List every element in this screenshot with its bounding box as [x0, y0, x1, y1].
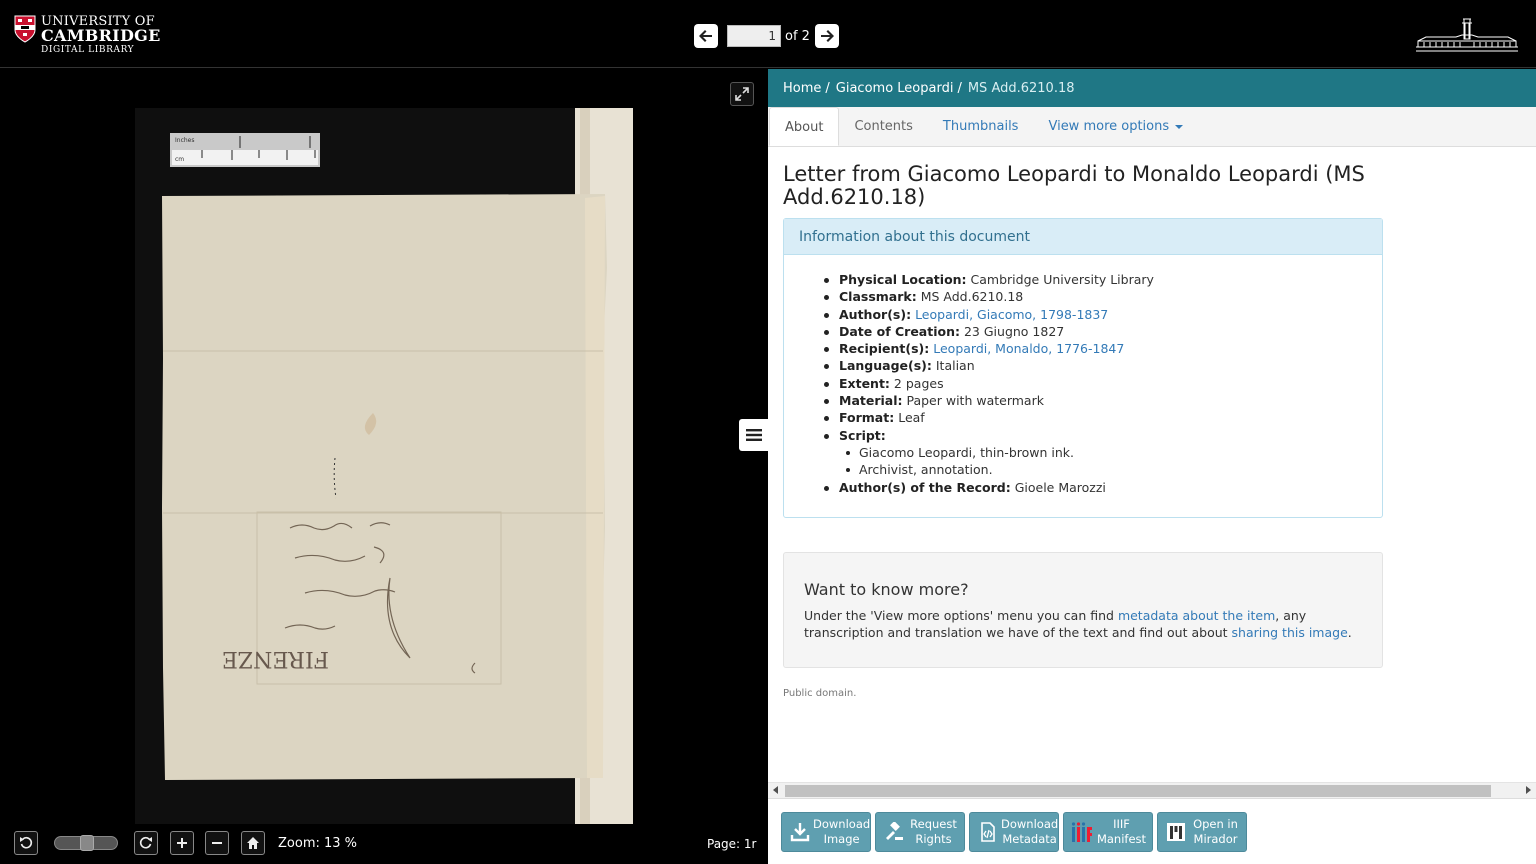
library-building-icon[interactable]	[1414, 17, 1520, 53]
page-navigator: 1 of 2	[694, 24, 839, 48]
iiif-manifest-button[interactable]: IIIF Manifest	[1063, 812, 1153, 852]
zoom-level-label: Zoom: 13 %	[278, 836, 358, 851]
svg-text:FIRENZE: FIRENZE	[222, 646, 329, 671]
download-metadata-button[interactable]: Download Metadata	[969, 812, 1059, 852]
viewer-controls: Zoom: 13 % Page: 1r	[0, 829, 768, 864]
breadcrumb-current: MS Add.6210.18	[967, 80, 1075, 96]
list-item: Author(s) of the Record: Gioele Marozzi	[824, 479, 1154, 496]
expand-icon	[735, 87, 749, 101]
ruler-inches-label: Inches	[175, 137, 195, 144]
list-item: Material: Paper with watermark	[824, 392, 1154, 409]
iiif-logo-icon	[1071, 821, 1093, 843]
arrow-right-icon	[820, 30, 834, 42]
arrow-left-icon	[699, 30, 712, 42]
request-rights-button[interactable]: Request Rights	[875, 812, 965, 852]
tab-about[interactable]: About	[769, 107, 840, 146]
list-item: Format: Leaf	[824, 409, 1154, 426]
download-image-button[interactable]: Download Image	[781, 812, 871, 852]
list-item: Classmark: MS Add.6210.18	[824, 288, 1154, 305]
tab-contents[interactable]: Contents	[839, 107, 927, 146]
code-file-icon	[977, 821, 999, 843]
action-bar: Download Image Request Rights Download Meta…	[768, 798, 1536, 864]
zoom-out-button[interactable]	[205, 831, 229, 855]
logo-line-3: DIGITAL LIBRARY	[41, 45, 135, 55]
letter-scan: Inches cm FIRENZE	[135, 108, 633, 824]
want-to-know-more-panel: Want to know more? Under the 'View more …	[783, 552, 1383, 668]
current-page-label: Page: 1r	[707, 837, 757, 851]
image-viewer[interactable]: Inches cm FIRENZE Zoom: 13 % Page: 1r	[0, 69, 769, 864]
zoom-slider[interactable]	[54, 835, 118, 851]
list-item: Date of Creation: 23 Giugno 1827	[824, 323, 1154, 340]
ruler-cm-label: cm	[175, 156, 184, 163]
scroll-left-icon[interactable]	[773, 786, 778, 794]
horizontal-scrollbar[interactable]	[768, 782, 1536, 798]
plus-icon	[177, 838, 187, 848]
open-in-mirador-button[interactable]: Open in Mirador	[1157, 812, 1247, 852]
rotate-right-icon	[139, 836, 152, 849]
list-item: Recipient(s): Leopardi, Monaldo, 1776-18…	[824, 340, 1154, 357]
toggle-panel-button[interactable]	[739, 419, 769, 451]
breadcrumb: Home / Giacomo Leopardi / MS Add.6210.18	[768, 69, 1536, 107]
author-link[interactable]: Leopardi, Giacomo, 1798-1837	[915, 307, 1108, 322]
recipient-link[interactable]: Leopardi, Monaldo, 1776-1847	[933, 341, 1124, 356]
previous-page-button[interactable]	[694, 24, 718, 48]
page-count-label: of 2	[785, 28, 810, 44]
hamburger-menu-icon	[746, 429, 762, 441]
rotate-left-icon	[20, 836, 33, 849]
breadcrumb-separator: /	[825, 80, 830, 96]
license-text: Public domain.	[783, 688, 857, 699]
mirador-icon	[1165, 821, 1187, 843]
list-item: Physical Location: Cambridge University …	[824, 271, 1154, 288]
tab-view-more-options[interactable]: View more options	[1033, 107, 1198, 146]
view-more-label: View more options	[1048, 119, 1170, 134]
tab-bar: About Contents Thumbnails View more opti…	[768, 107, 1536, 147]
manuscript-image[interactable]: Inches cm FIRENZE	[135, 108, 633, 824]
scrollbar-thumb[interactable]	[785, 785, 1491, 797]
zoom-slider-thumb[interactable]	[80, 835, 94, 851]
gavel-icon	[883, 821, 905, 843]
list-item: Giacomo Leopardi, thin-brown ink.	[824, 444, 1154, 461]
breadcrumb-home[interactable]: Home	[783, 81, 821, 96]
scroll-right-icon[interactable]	[1526, 786, 1531, 794]
cambridge-crest-icon	[14, 15, 36, 43]
page-number-input[interactable]: 1	[727, 25, 781, 47]
document-title: Letter from Giacomo Leopardi to Monaldo …	[783, 162, 1365, 209]
list-item: Script:	[824, 427, 1154, 444]
list-item: Extent: 2 pages	[824, 375, 1154, 392]
fullscreen-button[interactable]	[730, 82, 754, 106]
cambridge-digital-library-logo[interactable]: UNIVERSITY OF CAMBRIDGE DIGITAL LIBRARY	[14, 15, 161, 55]
breadcrumb-collection[interactable]: Giacomo Leopardi	[836, 81, 954, 96]
minus-icon	[212, 842, 222, 844]
more-text: Under the 'View more options' menu you c…	[804, 608, 1352, 640]
info-panel-heading: Information about this document	[784, 219, 1382, 255]
more-title: Want to know more?	[804, 580, 969, 599]
list-item: Author(s): Leopardi, Giacomo, 1798-1837	[824, 306, 1154, 323]
download-icon	[789, 821, 811, 843]
sharing-link[interactable]: sharing this image	[1232, 625, 1348, 640]
home-icon	[247, 837, 259, 849]
next-page-button[interactable]	[814, 24, 839, 48]
list-item: Language(s): Italian	[824, 357, 1154, 374]
list-item: Archivist, annotation.	[824, 461, 1154, 478]
tab-thumbnails[interactable]: Thumbnails	[928, 107, 1034, 146]
metadata-list: Physical Location: Cambridge University …	[824, 271, 1154, 496]
caret-down-icon	[1175, 124, 1184, 129]
logo-line-2: CAMBRIDGE	[41, 26, 161, 45]
document-info-panel: Information about this document Physical…	[783, 218, 1383, 518]
zoom-in-button[interactable]	[170, 831, 194, 855]
document-panel: Home / Giacomo Leopardi / MS Add.6210.18…	[768, 69, 1536, 864]
rotate-right-button[interactable]	[134, 831, 158, 855]
rotate-left-button[interactable]	[14, 831, 38, 855]
metadata-link[interactable]: metadata about the item	[1118, 608, 1275, 623]
top-bar: UNIVERSITY OF CAMBRIDGE DIGITAL LIBRARY …	[0, 0, 1536, 68]
breadcrumb-separator: /	[957, 80, 962, 96]
home-button[interactable]	[241, 831, 265, 855]
